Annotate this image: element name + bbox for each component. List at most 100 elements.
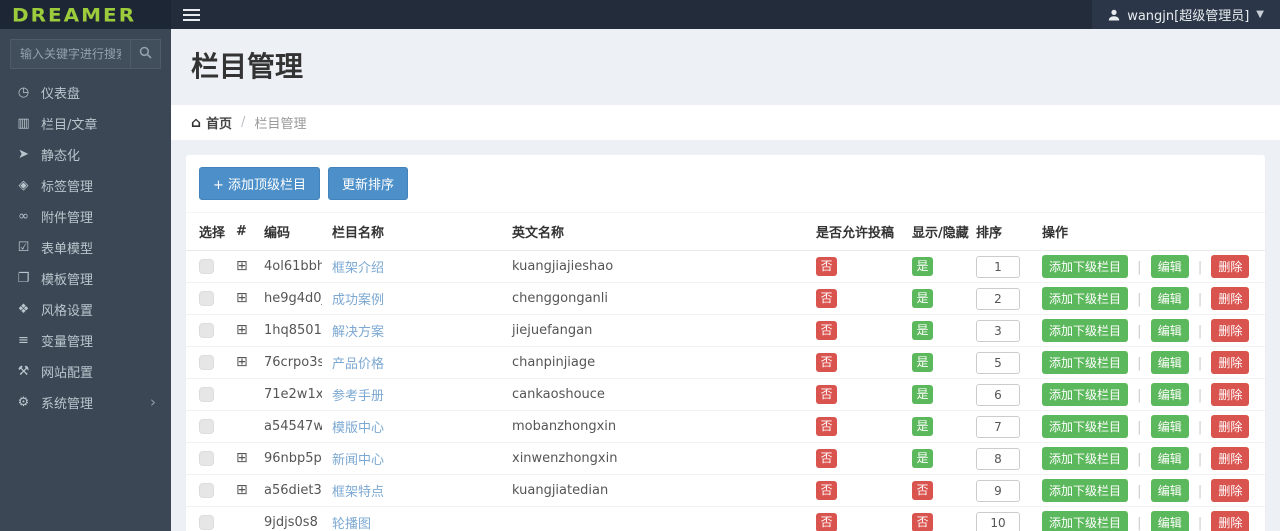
sort-input[interactable]	[976, 255, 1020, 278]
header-name: 栏目名称	[322, 213, 502, 251]
edit-button[interactable]: 编辑	[1150, 319, 1189, 342]
delete-button[interactable]: 删除	[1211, 447, 1250, 470]
sort-input[interactable]	[976, 479, 1020, 502]
expand-icon[interactable]: ⊞	[236, 450, 248, 466]
header-allow-post: 是否允许投稿	[806, 213, 902, 251]
category-name-link[interactable]: 成功案例	[332, 293, 384, 308]
breadcrumb-home-link[interactable]: ⌂ 首页	[191, 113, 232, 133]
sidebar-item-dashboard[interactable]: ◷ 仪表盘 ›	[0, 77, 171, 108]
allow-post-badge: 否	[816, 257, 837, 276]
edit-button[interactable]: 编辑	[1150, 511, 1189, 531]
category-name-link[interactable]: 模版中心	[332, 421, 384, 436]
category-table: 选择 # 编码 栏目名称 英文名称 是否允许投稿 显示/隐藏 排序 操作 ⊞ 4…	[186, 213, 1265, 531]
add-child-category-button[interactable]: 添加下级栏目	[1042, 319, 1129, 342]
delete-button[interactable]: 删除	[1211, 319, 1250, 342]
edit-button[interactable]: 编辑	[1150, 415, 1189, 438]
sidebar-item-label: 标签管理	[41, 180, 94, 195]
sidebar-item-template-management[interactable]: ❐ 模板管理 ›	[0, 263, 171, 294]
edit-button[interactable]: 编辑	[1150, 383, 1189, 406]
edit-button[interactable]: 编辑	[1150, 255, 1189, 278]
row-checkbox[interactable]	[199, 323, 214, 338]
expand-icon[interactable]: ⊞	[236, 354, 248, 370]
update-sort-button[interactable]: 更新排序	[328, 167, 409, 200]
add-child-category-button[interactable]: 添加下级栏目	[1042, 415, 1129, 438]
sort-input[interactable]	[976, 351, 1020, 374]
caret-down-icon: ▼	[1256, 9, 1264, 20]
row-checkbox[interactable]	[199, 419, 214, 434]
edit-button[interactable]: 编辑	[1150, 351, 1189, 374]
row-checkbox[interactable]	[199, 291, 214, 306]
category-name-link[interactable]: 解决方案	[332, 325, 384, 340]
add-child-category-button[interactable]: 添加下级栏目	[1042, 351, 1129, 374]
sidebar-item-style-settings[interactable]: ❖ 风格设置 ›	[0, 294, 171, 325]
sort-input[interactable]	[976, 447, 1020, 470]
edit-button[interactable]: 编辑	[1150, 447, 1189, 470]
style-icon: ❖	[17, 302, 30, 317]
delete-button[interactable]: 删除	[1211, 479, 1250, 502]
delete-button[interactable]: 删除	[1211, 255, 1250, 278]
expand-icon[interactable]: ⊞	[236, 290, 248, 306]
add-child-category-button[interactable]: 添加下级栏目	[1042, 479, 1129, 502]
row-checkbox[interactable]	[199, 355, 214, 370]
sidebar-item-form-model[interactable]: ☑ 表单模型 ›	[0, 232, 171, 263]
table-row: ⊞ he9g4d0j 成功案例 chenggonganli 否 是 添加下级栏目…	[186, 282, 1265, 315]
header-hash: #	[226, 213, 254, 251]
row-checkbox[interactable]	[199, 387, 214, 402]
header-sort: 排序	[966, 213, 1032, 251]
visibility-badge: 是	[912, 385, 933, 404]
header-actions: 操作	[1032, 213, 1265, 251]
sidebar-item-system-management[interactable]: ⚙ 系统管理 ›	[0, 387, 171, 418]
sidebar-item-variable-management[interactable]: ≡ 变量管理 ›	[0, 325, 171, 356]
action-separator: |	[1197, 516, 1203, 531]
search-input[interactable]	[11, 40, 130, 68]
allow-post-badge: 否	[816, 385, 837, 404]
expand-icon[interactable]: ⊞	[236, 482, 248, 498]
dashboard-icon: ◷	[17, 85, 30, 100]
row-checkbox[interactable]	[199, 483, 214, 498]
row-checkbox[interactable]	[199, 259, 214, 274]
row-checkbox[interactable]	[199, 451, 214, 466]
category-name-link[interactable]: 框架特点	[332, 485, 384, 500]
english-name-cell: chenggonganli	[502, 282, 806, 315]
sort-input[interactable]	[976, 319, 1020, 342]
expand-icon[interactable]: ⊞	[236, 322, 248, 338]
logo[interactable]: DREAMER	[0, 0, 171, 29]
sidebar-item-label: 网站配置	[41, 366, 94, 381]
sort-input[interactable]	[976, 511, 1020, 531]
category-name-link[interactable]: 产品价格	[332, 357, 384, 372]
sort-input[interactable]	[976, 287, 1020, 310]
add-child-category-button[interactable]: 添加下级栏目	[1042, 383, 1129, 406]
sort-input[interactable]	[976, 415, 1020, 438]
row-checkbox[interactable]	[199, 515, 214, 530]
delete-button[interactable]: 删除	[1211, 415, 1250, 438]
search-icon	[139, 46, 152, 62]
edit-button[interactable]: 编辑	[1150, 287, 1189, 310]
user-menu[interactable]: wangjn[超级管理员] ▼	[1092, 0, 1280, 29]
code-cell: a56diet3	[254, 474, 322, 507]
delete-button[interactable]: 删除	[1211, 287, 1250, 310]
action-separator: |	[1197, 420, 1203, 435]
category-name-link[interactable]: 新闻中心	[332, 453, 384, 468]
delete-button[interactable]: 删除	[1211, 351, 1250, 374]
add-top-category-button[interactable]: + 添加顶级栏目	[199, 167, 321, 200]
edit-button[interactable]: 编辑	[1150, 479, 1189, 502]
sort-input[interactable]	[976, 383, 1020, 406]
category-name-link[interactable]: 框架介绍	[332, 261, 384, 276]
system-icon: ⚙	[17, 395, 30, 410]
expand-icon[interactable]: ⊞	[236, 258, 248, 274]
sidebar-item-attachment-management[interactable]: ∞ 附件管理 ›	[0, 201, 171, 232]
add-child-category-button[interactable]: 添加下级栏目	[1042, 511, 1129, 531]
add-child-category-button[interactable]: 添加下级栏目	[1042, 255, 1129, 278]
delete-button[interactable]: 删除	[1211, 511, 1250, 531]
hamburger-menu-icon[interactable]	[183, 6, 205, 24]
search-button[interactable]	[130, 40, 160, 68]
add-child-category-button[interactable]: 添加下级栏目	[1042, 287, 1129, 310]
sidebar-item-staticize[interactable]: ➤ 静态化 ›	[0, 139, 171, 170]
delete-button[interactable]: 删除	[1211, 383, 1250, 406]
category-name-link[interactable]: 参考手册	[332, 389, 384, 404]
sidebar-item-site-config[interactable]: ⚒ 网站配置 ›	[0, 356, 171, 387]
category-name-link[interactable]: 轮播图	[332, 517, 371, 531]
sidebar-item-tag-management[interactable]: ◈ 标签管理 ›	[0, 170, 171, 201]
add-child-category-button[interactable]: 添加下级栏目	[1042, 447, 1129, 470]
sidebar-item-category-article[interactable]: ▥ 栏目/文章 ›	[0, 108, 171, 139]
